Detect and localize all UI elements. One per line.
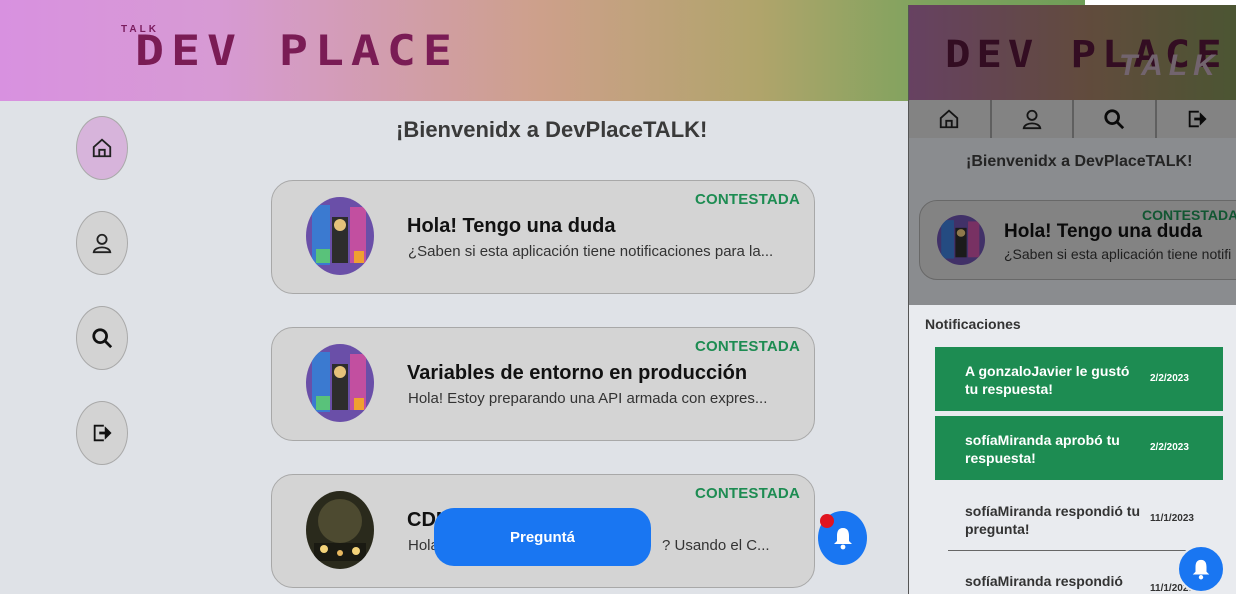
notification-dot bbox=[820, 514, 834, 528]
nav-profile-button[interactable] bbox=[76, 211, 128, 275]
question-card[interactable]: CONTESTADA Hola! Tengo una duda ¿Saben s… bbox=[271, 180, 815, 294]
mobile-view: DEV PLACE TALK ¡Bienvenidx a DevPlaceTAL… bbox=[908, 5, 1236, 594]
notification-item[interactable]: A gonzaloJavier le gustó tu respuesta! 2… bbox=[935, 347, 1223, 411]
notification-date: 2/2/2023 bbox=[1150, 373, 1189, 384]
notifications-title: Notificaciones bbox=[925, 316, 1021, 332]
avatar bbox=[306, 197, 374, 275]
notification-text: sofíaMiranda respondió bbox=[965, 573, 1123, 589]
logo-devplace[interactable]: DEV PLACE bbox=[135, 30, 459, 72]
notification-text: A gonzaloJavier le gustó tu respuesta! bbox=[965, 363, 1130, 397]
question-snippet: ¿Saben si esta aplicación tiene notifica… bbox=[408, 243, 774, 260]
divider bbox=[948, 550, 1208, 551]
nav-search-button[interactable] bbox=[76, 306, 128, 370]
question-snippet-right: ? Usando el C... bbox=[662, 537, 770, 554]
status-badge: CONTESTADA bbox=[694, 191, 800, 208]
notification-text: sofíaMiranda aprobó tu respuesta! bbox=[965, 432, 1120, 466]
home-icon bbox=[92, 138, 112, 158]
mobile-notifications-button[interactable] bbox=[1177, 545, 1225, 593]
bell-icon bbox=[833, 528, 852, 550]
question-card[interactable]: CONTESTADA Variables de entorno en produ… bbox=[271, 327, 815, 441]
nav-home-button[interactable] bbox=[76, 116, 128, 180]
search-icon bbox=[92, 328, 113, 349]
question-title[interactable]: Variables de entorno en producción bbox=[407, 362, 747, 385]
question-title[interactable]: Hola! Tengo una duda bbox=[407, 215, 616, 238]
ask-question-button[interactable]: Preguntá bbox=[434, 508, 651, 566]
logout-icon bbox=[93, 424, 112, 442]
notification-date: 2/2/2023 bbox=[1150, 442, 1189, 453]
notification-text: sofíaMiranda respondió tu pregunta! bbox=[965, 503, 1141, 537]
bell-icon bbox=[1192, 559, 1210, 580]
notification-date: 11/1/2023 bbox=[1150, 513, 1194, 524]
nav-logout-button[interactable] bbox=[76, 401, 128, 465]
user-icon bbox=[92, 233, 112, 254]
notification-item[interactable]: sofíaMiranda respondió tu pregunta! 11/1… bbox=[935, 487, 1223, 551]
avatar bbox=[306, 344, 374, 422]
avatar bbox=[306, 491, 374, 569]
status-badge: CONTESTADA bbox=[694, 338, 800, 355]
status-badge: CONTESTADA bbox=[694, 485, 800, 502]
notification-item[interactable]: sofíaMiranda aprobó tu respuesta! 2/2/20… bbox=[935, 416, 1223, 480]
question-snippet: Hola! Estoy preparando una API armada co… bbox=[408, 390, 768, 407]
welcome-heading: ¡Bienvenidx a DevPlaceTALK! bbox=[396, 117, 708, 142]
modal-backdrop[interactable] bbox=[909, 5, 1236, 305]
